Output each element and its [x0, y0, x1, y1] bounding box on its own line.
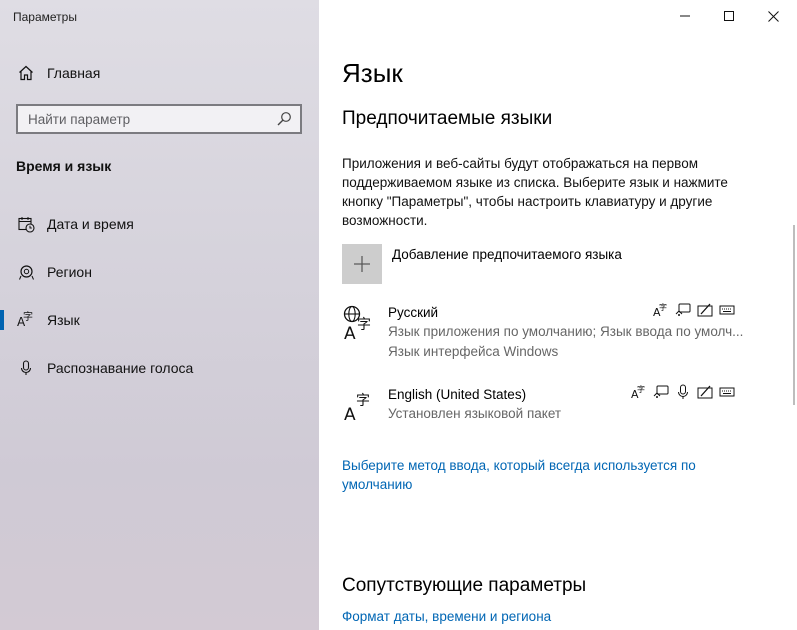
plus-icon — [354, 256, 370, 272]
sidebar: Параметры Главная Время и язык Дата и вр… — [0, 0, 319, 630]
date-time-region-format-link[interactable]: Формат даты, времени и региона — [342, 609, 551, 624]
sidebar-item-datetime[interactable]: Дата и время — [0, 204, 319, 244]
nav-home[interactable]: Главная — [0, 53, 319, 93]
svg-text:A: A — [344, 324, 356, 341]
svg-text:字: 字 — [23, 311, 33, 323]
speech-icon — [674, 301, 692, 319]
scrollbar[interactable] — [793, 225, 795, 405]
maximize-icon — [724, 11, 734, 21]
calendar-clock-icon — [17, 215, 35, 233]
language-display-icon: A 字 — [342, 305, 378, 344]
svg-text:字: 字 — [637, 384, 645, 394]
app-title: Параметры — [13, 10, 77, 24]
svg-text:字: 字 — [356, 393, 370, 409]
language-detail: Язык приложения по умолчанию; Язык ввода… — [388, 324, 744, 339]
language-detail: Установлен языковой пакет — [388, 406, 562, 421]
minimize-button[interactable] — [662, 0, 708, 32]
minimize-icon — [680, 15, 690, 17]
feature-icons: A字 — [652, 301, 736, 319]
related-settings-heading: Сопутствующие параметры — [342, 575, 587, 596]
keyboard-icon — [718, 383, 736, 401]
add-language-label[interactable]: Добавление предпочитаемого языка — [392, 247, 622, 262]
display-language-icon: A字 — [652, 301, 670, 319]
add-language-button[interactable] — [342, 244, 382, 284]
page-title: Язык — [342, 58, 403, 88]
speech-icon — [652, 383, 670, 401]
sidebar-item-label: Регион — [47, 264, 92, 280]
handwriting-icon — [696, 383, 714, 401]
preferred-languages-heading: Предпочитаемые языки — [342, 108, 553, 129]
svg-text:字: 字 — [357, 317, 371, 333]
search-icon[interactable] — [276, 111, 292, 127]
keyboard-icon — [718, 301, 736, 319]
svg-text:A: A — [344, 405, 356, 423]
default-input-method-link[interactable]: Выберите метод ввода, который всегда исп… — [342, 456, 742, 494]
section-heading: Время и язык — [16, 158, 112, 174]
sidebar-item-label: Язык — [47, 312, 80, 328]
globe-icon — [17, 263, 35, 281]
language-name: English (United States) — [388, 387, 527, 402]
sidebar-item-label: Дата и время — [47, 216, 134, 232]
display-language-icon: A字 — [630, 383, 648, 401]
home-icon — [17, 64, 35, 82]
sidebar-item-region[interactable]: Регион — [0, 252, 319, 292]
handwriting-icon — [696, 301, 714, 319]
feature-icons: A字 — [630, 383, 736, 401]
language-detail: Язык интерфейса Windows — [388, 344, 559, 359]
language-icon: A字 — [17, 311, 35, 329]
sidebar-item-label: Распознавание голоса — [47, 360, 194, 376]
close-button[interactable] — [750, 0, 796, 32]
search-box[interactable] — [16, 104, 302, 134]
language-name: Русский — [388, 305, 439, 320]
microphone-icon — [674, 383, 692, 401]
main-content: Язык Предпочитаемые языки Приложения и в… — [319, 0, 797, 630]
microphone-icon — [17, 359, 35, 377]
language-display-icon: A 字 — [342, 387, 378, 425]
sidebar-item-speech[interactable]: Распознавание голоса — [0, 348, 319, 388]
nav-home-label: Главная — [47, 65, 101, 81]
close-icon — [767, 10, 779, 22]
maximize-button[interactable] — [706, 0, 752, 32]
sidebar-item-language[interactable]: A字 Язык — [0, 300, 319, 340]
svg-text:字: 字 — [659, 302, 667, 312]
active-indicator — [0, 310, 4, 330]
description-text: Приложения и веб-сайты будут отображатьс… — [342, 156, 728, 228]
search-input[interactable] — [18, 106, 258, 132]
